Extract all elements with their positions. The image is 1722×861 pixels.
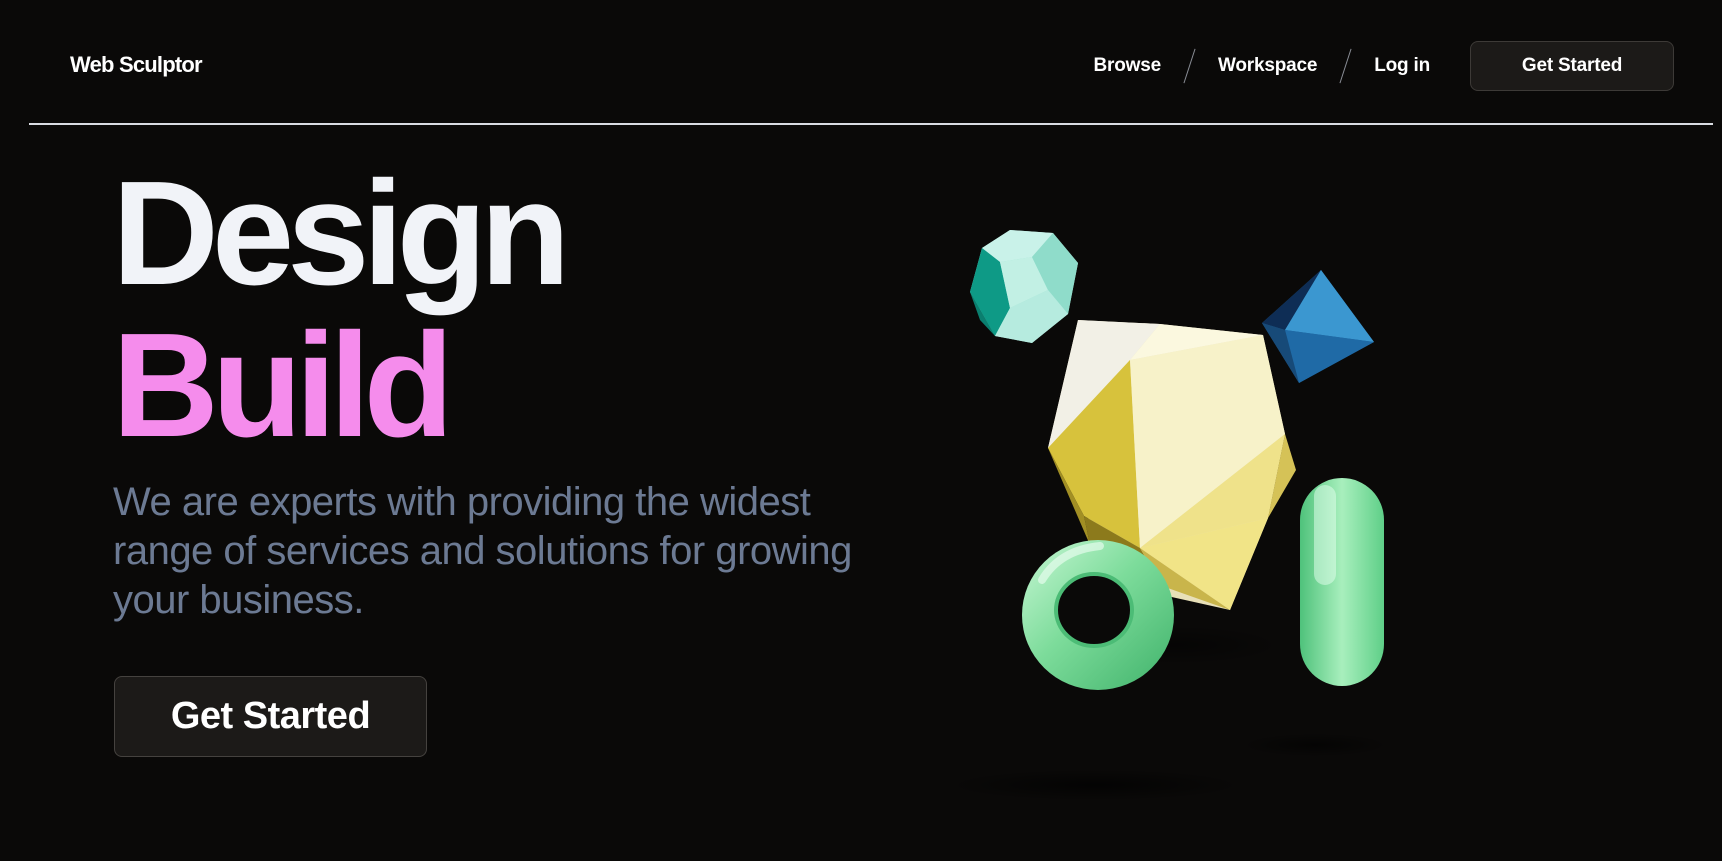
header-get-started-button[interactable]: Get Started [1470, 41, 1674, 91]
main-nav: Browse Workspace Log in Get Started [1094, 40, 1674, 92]
landing-page: Web Sculptor Browse Workspace Log in Get… [0, 0, 1722, 861]
teal-dodecahedron-icon [970, 230, 1078, 343]
brand-logo[interactable]: Web Sculptor [70, 52, 203, 78]
blue-octahedron-icon [1262, 270, 1374, 383]
nav-link-login[interactable]: Log in [1374, 55, 1430, 77]
headline-design: Design [112, 151, 570, 316]
3d-shapes-illustration [945, 230, 1390, 801]
green-capsule-icon [1300, 478, 1384, 686]
site-header: Web Sculptor Browse Workspace Log in Get… [0, 0, 1722, 124]
nav-separator [1183, 48, 1196, 84]
headline-build: Build [112, 303, 454, 468]
nav-separator [1339, 48, 1352, 84]
nav-link-browse[interactable]: Browse [1094, 55, 1162, 77]
nav-link-workspace[interactable]: Workspace [1218, 55, 1317, 77]
hero-subtitle: We are experts with providing the widest… [113, 480, 852, 622]
hero-get-started-button[interactable]: Get Started [114, 676, 427, 757]
green-torus-icon [1022, 540, 1174, 690]
header-divider [29, 123, 1713, 125]
